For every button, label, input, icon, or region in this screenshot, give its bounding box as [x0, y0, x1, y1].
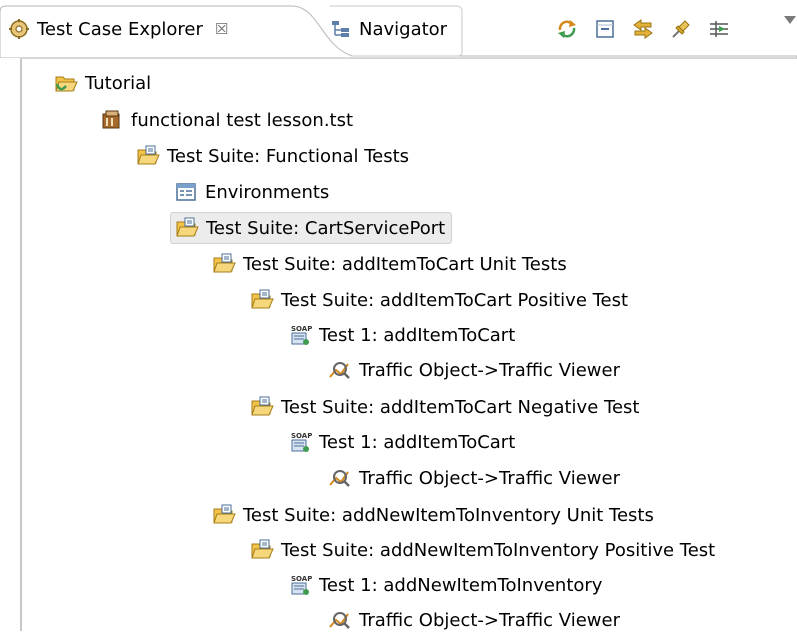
- tree-item-test-suite[interactable]: Test Suite: addItemToCart Negative Test: [250, 392, 639, 422]
- tree-item-label: Test Suite: addItemToCart Positive Test: [281, 289, 629, 311]
- test-suite-icon: [250, 288, 274, 312]
- tree-item-project[interactable]: Tutorial: [54, 68, 151, 98]
- tree-item-label: Test 1: addItemToCart: [319, 324, 516, 346]
- tst-file-icon: [100, 108, 124, 132]
- tab-label: Navigator: [359, 18, 448, 40]
- svg-text:SOAP: SOAP: [291, 575, 312, 583]
- tree-item-soap-test[interactable]: SOAP Test 1: addItemToCart: [288, 320, 515, 350]
- traffic-viewer-icon: [328, 608, 352, 632]
- tree-item-soap-test[interactable]: SOAP Test 1: addItemToCart: [288, 427, 515, 457]
- tree-item-test-suite[interactable]: Test Suite: addNewItemToInventory Positi…: [250, 535, 715, 565]
- tab-label: Test Case Explorer: [37, 18, 203, 40]
- tree-item-tst-file[interactable]: functional test lesson.tst: [100, 105, 353, 135]
- tree-item-label: Traffic Object->Traffic Viewer: [359, 609, 620, 631]
- tree-item-label: Test Suite: addItemToCart Unit Tests: [243, 253, 567, 275]
- test-suite-icon: [136, 144, 160, 168]
- tree-item-test-suite[interactable]: Test Suite: addItemToCart Positive Test: [250, 285, 628, 315]
- tree-item-traffic-viewer[interactable]: Traffic Object->Traffic Viewer: [328, 463, 620, 493]
- tree-item-traffic-viewer[interactable]: Traffic Object->Traffic Viewer: [328, 605, 620, 635]
- tree-item-label: Test Suite: addNewItemToInventory Unit T…: [243, 504, 654, 526]
- sync-icon[interactable]: [548, 14, 586, 44]
- tree-item-test-suite[interactable]: Test Suite: addNewItemToInventory Unit T…: [212, 500, 654, 530]
- tab-navigator[interactable]: Navigator: [330, 12, 447, 46]
- tree-item-label: Traffic Object->Traffic Viewer: [359, 359, 620, 381]
- test-suite-icon: [250, 538, 274, 562]
- svg-text:SOAP: SOAP: [291, 432, 312, 440]
- link-with-editor-icon[interactable]: [624, 14, 662, 44]
- open-folder-icon: [54, 71, 78, 95]
- tree-item-label: Test Suite: Functional Tests: [167, 145, 410, 167]
- tree-item-test-suite-selected[interactable]: Test Suite: CartServicePort: [170, 212, 453, 244]
- tree-item-label: Traffic Object->Traffic Viewer: [359, 467, 620, 489]
- test-suite-icon: [212, 503, 236, 527]
- tab-test-case-explorer[interactable]: Test Case Explorer ☒: [8, 12, 228, 46]
- tree-item-label: Test Suite: addItemToCart Negative Test: [281, 396, 640, 418]
- tree-item-label: Test 1: addNewItemToInventory: [319, 574, 603, 596]
- tree-item-label: Tutorial: [85, 72, 152, 94]
- navigator-icon: [330, 18, 352, 40]
- environments-icon: [174, 180, 198, 204]
- close-icon[interactable]: ☒: [215, 20, 228, 38]
- gear-icon: [8, 18, 30, 40]
- tree-item-test-suite[interactable]: Test Suite: addItemToCart Unit Tests: [212, 249, 567, 279]
- tree-item-environments[interactable]: Environments: [174, 177, 329, 207]
- svg-text:SOAP: SOAP: [291, 325, 312, 333]
- test-suite-icon: [250, 395, 274, 419]
- collapse-all-icon[interactable]: [586, 14, 624, 44]
- tree-item-label: Environments: [205, 181, 330, 203]
- pin-icon[interactable]: [662, 14, 700, 44]
- tree-item-test-suite[interactable]: Test Suite: Functional Tests: [136, 141, 409, 171]
- view-tab-bar: Test Case Explorer ☒ Navigator: [0, 0, 797, 58]
- traffic-viewer-icon: [328, 466, 352, 490]
- soap-client-icon: SOAP: [288, 573, 312, 597]
- tree-item-label: functional test lesson.tst: [131, 109, 354, 131]
- soap-client-icon: SOAP: [288, 323, 312, 347]
- tree-item-traffic-viewer[interactable]: Traffic Object->Traffic Viewer: [328, 355, 620, 385]
- tree-item-label: Test Suite: CartServicePort: [206, 217, 446, 239]
- test-suite-icon: [212, 252, 236, 276]
- soap-client-icon: SOAP: [288, 430, 312, 454]
- tree-item-label: Test Suite: addNewItemToInventory Positi…: [281, 539, 716, 561]
- view-menu-icon[interactable]: [784, 16, 796, 24]
- test-case-tree: Tutorial functional test lesson.tst Test…: [20, 58, 797, 631]
- view-toolbar: [548, 14, 738, 44]
- tree-item-label: Test 1: addItemToCart: [319, 431, 516, 453]
- traffic-viewer-icon: [328, 358, 352, 382]
- filter-icon[interactable]: [700, 14, 738, 44]
- test-suite-icon: [175, 216, 199, 240]
- tree-item-soap-test[interactable]: SOAP Test 1: addNewItemToInventory: [288, 570, 602, 600]
